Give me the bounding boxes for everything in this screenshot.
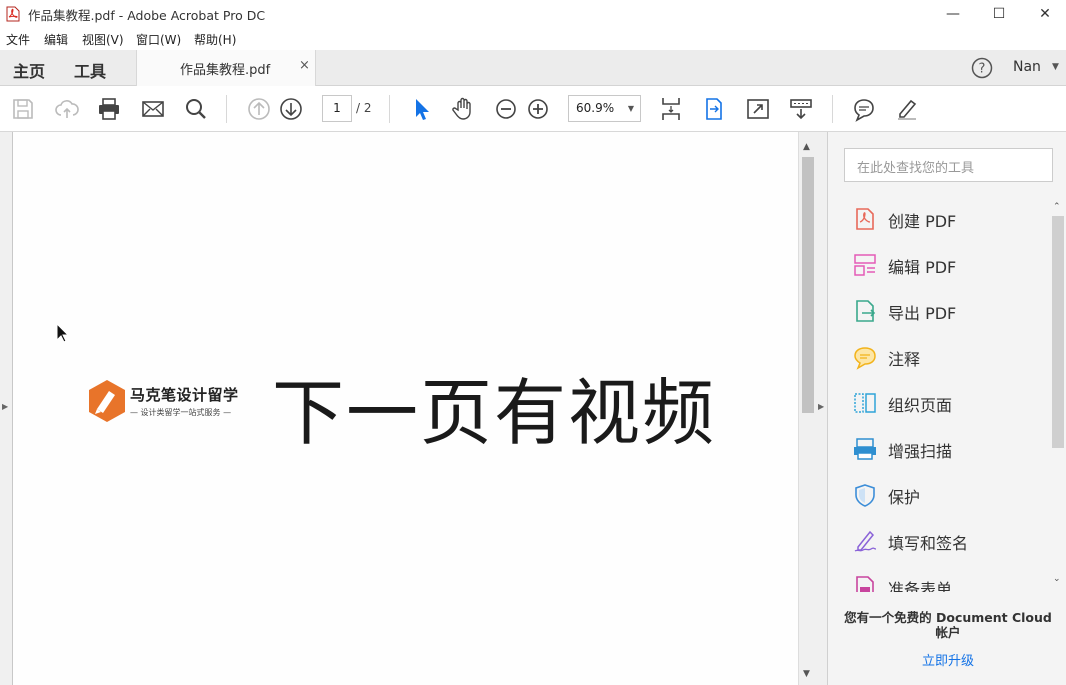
toolbar: 1 / 2 60.9% ▼: [0, 86, 1066, 132]
document-scrollbar[interactable]: ▲ ▼: [798, 132, 816, 685]
tool-list: 创建 PDF 编辑 PDF 导出 PDF 注释 组织页面 增强扫描 保护 填写和…: [828, 196, 1050, 592]
page-number-input[interactable]: 1: [322, 95, 352, 122]
menu-view[interactable]: 视图(V): [82, 31, 124, 48]
chevron-down-icon: ▼: [627, 104, 634, 113]
logo-brand-text: 马克笔设计留学: [130, 386, 239, 404]
maximize-button[interactable]: ☐: [976, 0, 1022, 28]
next-page-icon[interactable]: [278, 96, 304, 122]
organize-pages-icon: [854, 393, 876, 413]
user-name[interactable]: Nan: [1013, 59, 1041, 75]
zoom-level-value: 60.9%: [576, 101, 615, 115]
select-cursor-icon[interactable]: [408, 96, 434, 122]
toolbar-divider: [832, 95, 833, 123]
scroll-down-icon[interactable]: ⌄: [1053, 574, 1061, 584]
document-headline: 下一页有视频: [272, 371, 717, 455]
tool-label: 编辑 PDF: [888, 258, 957, 277]
search-icon[interactable]: [183, 96, 209, 122]
user-dropdown-icon[interactable]: ▼: [1052, 62, 1059, 72]
tool-label: 保护: [888, 488, 921, 507]
tab-home[interactable]: 主页: [13, 58, 45, 82]
chevron-right-icon: ▶: [2, 402, 9, 411]
tool-list-scrollbar[interactable]: ⌃ ⌄: [1052, 202, 1064, 584]
tool-label: 注释: [888, 350, 921, 369]
close-button[interactable]: ✕: [1022, 0, 1066, 28]
tool-export-pdf[interactable]: 导出 PDF: [852, 296, 1042, 326]
help-icon[interactable]: ?: [971, 57, 993, 79]
highlight-icon[interactable]: [894, 96, 920, 122]
print-icon[interactable]: [96, 96, 122, 122]
svg-text:?: ?: [979, 62, 986, 77]
tool-fill-sign[interactable]: 填写和签名: [852, 526, 1042, 556]
tool-prepare-form[interactable]: 准备表单: [852, 572, 1042, 592]
chevron-right-icon: ▶: [818, 402, 825, 411]
left-nav-toggle[interactable]: ▶: [0, 132, 13, 685]
cloud-upload-icon[interactable]: [54, 96, 80, 122]
mouse-cursor-icon: [56, 323, 70, 343]
page-total: / 2: [356, 101, 372, 115]
menu-help[interactable]: 帮助(H): [194, 31, 236, 48]
tool-create-pdf[interactable]: 创建 PDF: [852, 204, 1042, 234]
zoom-level-select[interactable]: 60.9% ▼: [568, 95, 641, 122]
close-tab-icon[interactable]: ×: [299, 58, 310, 73]
scroll-up-icon[interactable]: ⌃: [1053, 202, 1061, 212]
logo-tagline: — 设计类留学一站式服务 —: [130, 408, 232, 417]
scrollbar-thumb[interactable]: [1052, 216, 1064, 448]
title-bar: 作品集教程.pdf - Adobe Acrobat Pro DC — ☐ ✕: [0, 0, 1066, 28]
save-icon[interactable]: [10, 96, 36, 122]
acrobat-pdf-icon: [6, 6, 20, 22]
protect-icon: [855, 484, 875, 507]
menu-bar: 文件 编辑 视图(V) 窗口(W) 帮助(H): [0, 28, 1066, 50]
menu-file[interactable]: 文件: [6, 31, 30, 48]
tool-enhance-scan[interactable]: 增强扫描: [852, 434, 1042, 464]
tool-comment[interactable]: 注释: [852, 342, 1042, 372]
menu-window[interactable]: 窗口(W): [136, 31, 181, 48]
scrollbar-thumb[interactable]: [802, 157, 814, 413]
tool-label: 准备表单: [888, 580, 953, 592]
tool-label: 创建 PDF: [888, 212, 957, 231]
tool-edit-pdf[interactable]: 编辑 PDF: [852, 250, 1042, 280]
right-panel-toggle[interactable]: ▶: [816, 132, 828, 685]
edit-pdf-icon: [854, 254, 876, 276]
tool-label: 组织页面: [888, 396, 953, 415]
toolbar-divider: [226, 95, 227, 123]
tool-protect[interactable]: 保护: [852, 480, 1042, 510]
full-screen-icon[interactable]: [745, 96, 771, 122]
tab-tools[interactable]: 工具: [74, 58, 106, 82]
create-pdf-icon: [856, 208, 874, 230]
zoom-in-icon[interactable]: [525, 96, 551, 122]
tool-organize-pages[interactable]: 组织页面: [852, 388, 1042, 418]
document-cloud-message: 您有一个免费的 Document Cloud 帐户: [844, 610, 1052, 640]
fit-page-icon[interactable]: [658, 96, 684, 122]
tool-label: 增强扫描: [888, 442, 953, 461]
enhance-scan-icon: [854, 438, 876, 460]
tool-label: 填写和签名: [888, 534, 969, 553]
scroll-mode-icon[interactable]: [788, 96, 814, 122]
hand-tool-icon[interactable]: [450, 96, 476, 122]
comment-icon: [854, 347, 876, 370]
toolbar-divider: [389, 95, 390, 123]
tab-document[interactable]: 作品集教程.pdf ×: [136, 50, 316, 86]
menu-edit[interactable]: 编辑: [44, 31, 68, 48]
minimize-button[interactable]: —: [930, 0, 976, 28]
tab-bar: 主页 工具 作品集教程.pdf × ? Nan ▼: [0, 50, 1066, 86]
email-icon[interactable]: [140, 96, 166, 122]
scroll-down-icon[interactable]: ▼: [803, 669, 810, 679]
brand-logo: 马克笔设计留学 — 设计类留学一站式服务 —: [87, 379, 257, 425]
tools-panel: 在此处查找您的工具 创建 PDF 编辑 PDF 导出 PDF 注释 组织页面 增…: [828, 132, 1066, 685]
fill-sign-icon: [854, 530, 877, 552]
previous-page-icon[interactable]: [246, 96, 272, 122]
logo-hexagon-icon: [89, 380, 125, 422]
comment-icon[interactable]: [851, 96, 877, 122]
tool-label: 导出 PDF: [888, 304, 957, 323]
scroll-up-icon[interactable]: ▲: [803, 142, 810, 152]
rotate-page-icon[interactable]: [701, 96, 727, 122]
export-pdf-icon: [856, 300, 876, 322]
document-tab-label: 作品集教程.pdf: [180, 63, 271, 78]
tool-search-input[interactable]: 在此处查找您的工具: [844, 148, 1053, 182]
prepare-form-icon: [856, 576, 874, 592]
zoom-out-icon[interactable]: [493, 96, 519, 122]
window-title: 作品集教程.pdf - Adobe Acrobat Pro DC: [28, 8, 266, 23]
upgrade-link[interactable]: 立即升级: [840, 650, 1056, 669]
